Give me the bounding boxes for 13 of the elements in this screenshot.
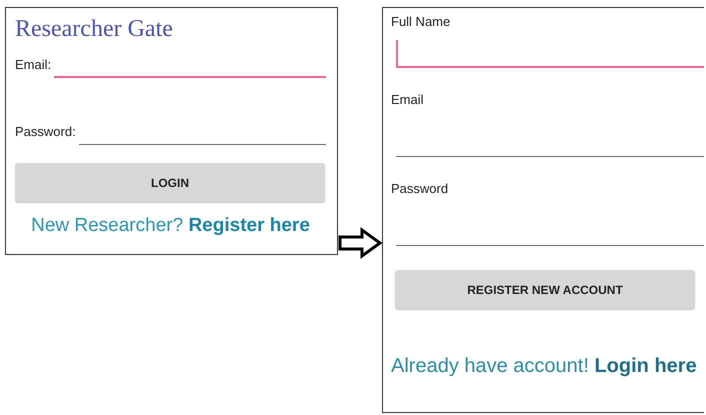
login-link[interactable]: Login here [594,355,697,377]
field-label: Password [391,181,450,197]
input-field[interactable] [396,40,704,68]
field-label: Password: [15,124,76,141]
register-button[interactable]: REGISTER NEW ACCOUNT [395,270,695,309]
field-label: Email [391,92,425,108]
field-label: Email: [15,57,52,74]
app-title: Researcher Gate [15,15,174,43]
register-link[interactable]: Register here [188,215,310,236]
field-label: Full Name [391,14,452,30]
prompt-text: New Researcher? [31,215,184,236]
login-button[interactable]: LOGIN [15,163,325,202]
prompt-text: Already have account! [391,355,589,377]
